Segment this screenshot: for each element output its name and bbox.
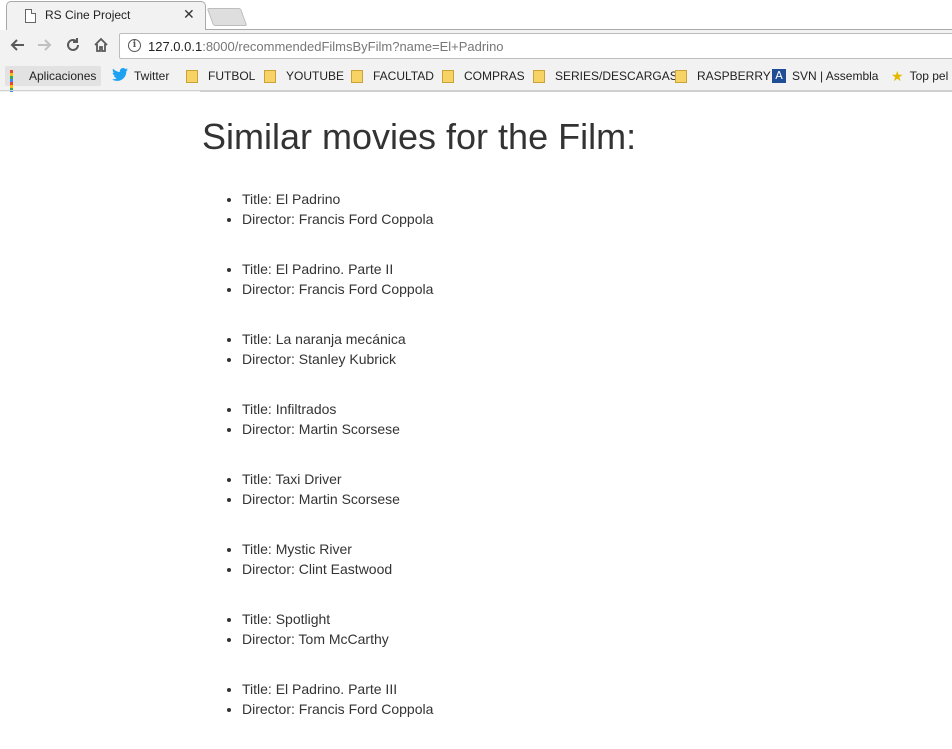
- reload-icon[interactable]: [62, 34, 84, 56]
- list-item: Title: Spotlight Director: Tom McCarthy: [202, 609, 433, 679]
- page-icon: [25, 9, 36, 23]
- list-item: Title: Mystic River Director: Clint East…: [202, 539, 433, 609]
- folder-icon: [675, 69, 687, 83]
- browser-chrome: RS Cine Project ✕ i 127.0.0.1:8000/recom…: [0, 0, 952, 99]
- film-director: Director: Tom McCarthy: [242, 629, 433, 649]
- bookmark-label: RASPBERRY: [697, 69, 771, 83]
- url-text: 127.0.0.1:8000/recommendedFilmsByFilm?na…: [148, 39, 504, 54]
- film-director: Director: Martin Scorsese: [242, 489, 433, 509]
- film-title: Title: La naranja mecánica: [242, 329, 433, 349]
- folder-icon: [264, 69, 276, 83]
- apps-grid-icon: [10, 69, 23, 97]
- folder-icon: [351, 69, 363, 83]
- bookmark-facultad[interactable]: FACULTAD: [351, 66, 434, 86]
- folder-icon: [186, 69, 198, 83]
- new-tab-button[interactable]: [206, 8, 248, 26]
- film-title: Title: El Padrino. Parte II: [242, 259, 433, 279]
- folder-icon: [442, 69, 454, 83]
- film-director: Director: Stanley Kubrick: [242, 349, 433, 369]
- url-path: :8000/recommendedFilmsByFilm?name=El+Pad…: [202, 39, 504, 54]
- bookmark-label: Twitter: [134, 69, 170, 83]
- folder-icon: [533, 69, 545, 83]
- list-item: Title: La naranja mecánica Director: Sta…: [202, 329, 433, 399]
- bookmark-series-descargas[interactable]: SERIES/DESCARGAS: [533, 66, 678, 86]
- film-title: Title: Infiltrados: [242, 399, 433, 419]
- list-item: Title: Infiltrados Director: Martin Scor…: [202, 399, 433, 469]
- film-title: Title: Mystic River: [242, 539, 433, 559]
- similar-films-list: Title: El Padrino Director: Francis Ford…: [202, 189, 433, 749]
- bookmark-svn-assembla[interactable]: A SVN | Assembla: [772, 66, 878, 86]
- bookmark-label: Top pel: [909, 69, 949, 83]
- tab-title: RS Cine Project: [45, 8, 131, 22]
- toolbar: i 127.0.0.1:8000/recommendedFilmsByFilm?…: [0, 30, 952, 62]
- film-director: Director: Francis Ford Coppola: [242, 699, 433, 719]
- star-icon: ★: [891, 67, 904, 84]
- page-content: Similar movies for the Film: Title: El P…: [0, 92, 952, 725]
- url-host: 127.0.0.1: [148, 39, 203, 54]
- list-item: Title: El Padrino. Parte III Director: F…: [202, 679, 433, 749]
- bookmark-top-pel[interactable]: ★ Top pel: [891, 66, 948, 86]
- back-arrow-icon[interactable]: [6, 34, 28, 56]
- film-title: Title: El Padrino: [242, 189, 433, 209]
- info-icon[interactable]: i: [128, 39, 141, 52]
- bookmark-label: COMPRAS: [464, 69, 525, 83]
- film-title: Title: Spotlight: [242, 609, 433, 629]
- film-director: Director: Martin Scorsese: [242, 419, 433, 439]
- film-director: Director: Francis Ford Coppola: [242, 279, 433, 299]
- list-item: Title: El Padrino. Parte II Director: Fr…: [202, 259, 433, 329]
- bookmark-compras[interactable]: COMPRAS: [442, 66, 525, 86]
- list-item: Title: Taxi Driver Director: Martin Scor…: [202, 469, 433, 539]
- film-director: Director: Francis Ford Coppola: [242, 209, 433, 229]
- bookmark-label: Aplicaciones: [29, 69, 97, 83]
- film-title: Title: Taxi Driver: [242, 469, 433, 489]
- page-title: Similar movies for the Film:: [202, 116, 637, 157]
- bookmark-futbol[interactable]: FUTBOL: [186, 66, 255, 86]
- film-title: Title: El Padrino. Parte III: [242, 679, 433, 699]
- assembla-icon: A: [772, 69, 786, 83]
- bookmark-youtube[interactable]: YOUTUBE: [264, 66, 344, 86]
- tab-rs-cine-project[interactable]: RS Cine Project ✕: [6, 1, 206, 30]
- bookmark-raspberry[interactable]: RASPBERRY: [675, 66, 771, 86]
- film-director: Director: Clint Eastwood: [242, 559, 433, 579]
- address-bar[interactable]: i 127.0.0.1:8000/recommendedFilmsByFilm?…: [119, 33, 952, 59]
- bookmarks-bar: Aplicaciones Twitter FUTBOL YOUTUBE FACU…: [0, 62, 952, 97]
- tab-strip: RS Cine Project ✕: [0, 0, 952, 30]
- bookmark-label: SVN | Assembla: [792, 69, 879, 83]
- bookmark-label: SERIES/DESCARGAS: [555, 69, 678, 83]
- bookmark-apps[interactable]: Aplicaciones: [5, 66, 102, 97]
- bookmark-label: YOUTUBE: [286, 69, 345, 83]
- close-icon[interactable]: ✕: [183, 6, 195, 22]
- home-icon[interactable]: [90, 34, 112, 56]
- bookmark-twitter[interactable]: Twitter: [112, 66, 169, 86]
- twitter-icon: [112, 68, 128, 84]
- bookmark-label: FUTBOL: [208, 69, 256, 83]
- forward-arrow-icon[interactable]: [34, 34, 56, 56]
- list-item: Title: El Padrino Director: Francis Ford…: [202, 189, 433, 259]
- bookmark-label: FACULTAD: [373, 69, 434, 83]
